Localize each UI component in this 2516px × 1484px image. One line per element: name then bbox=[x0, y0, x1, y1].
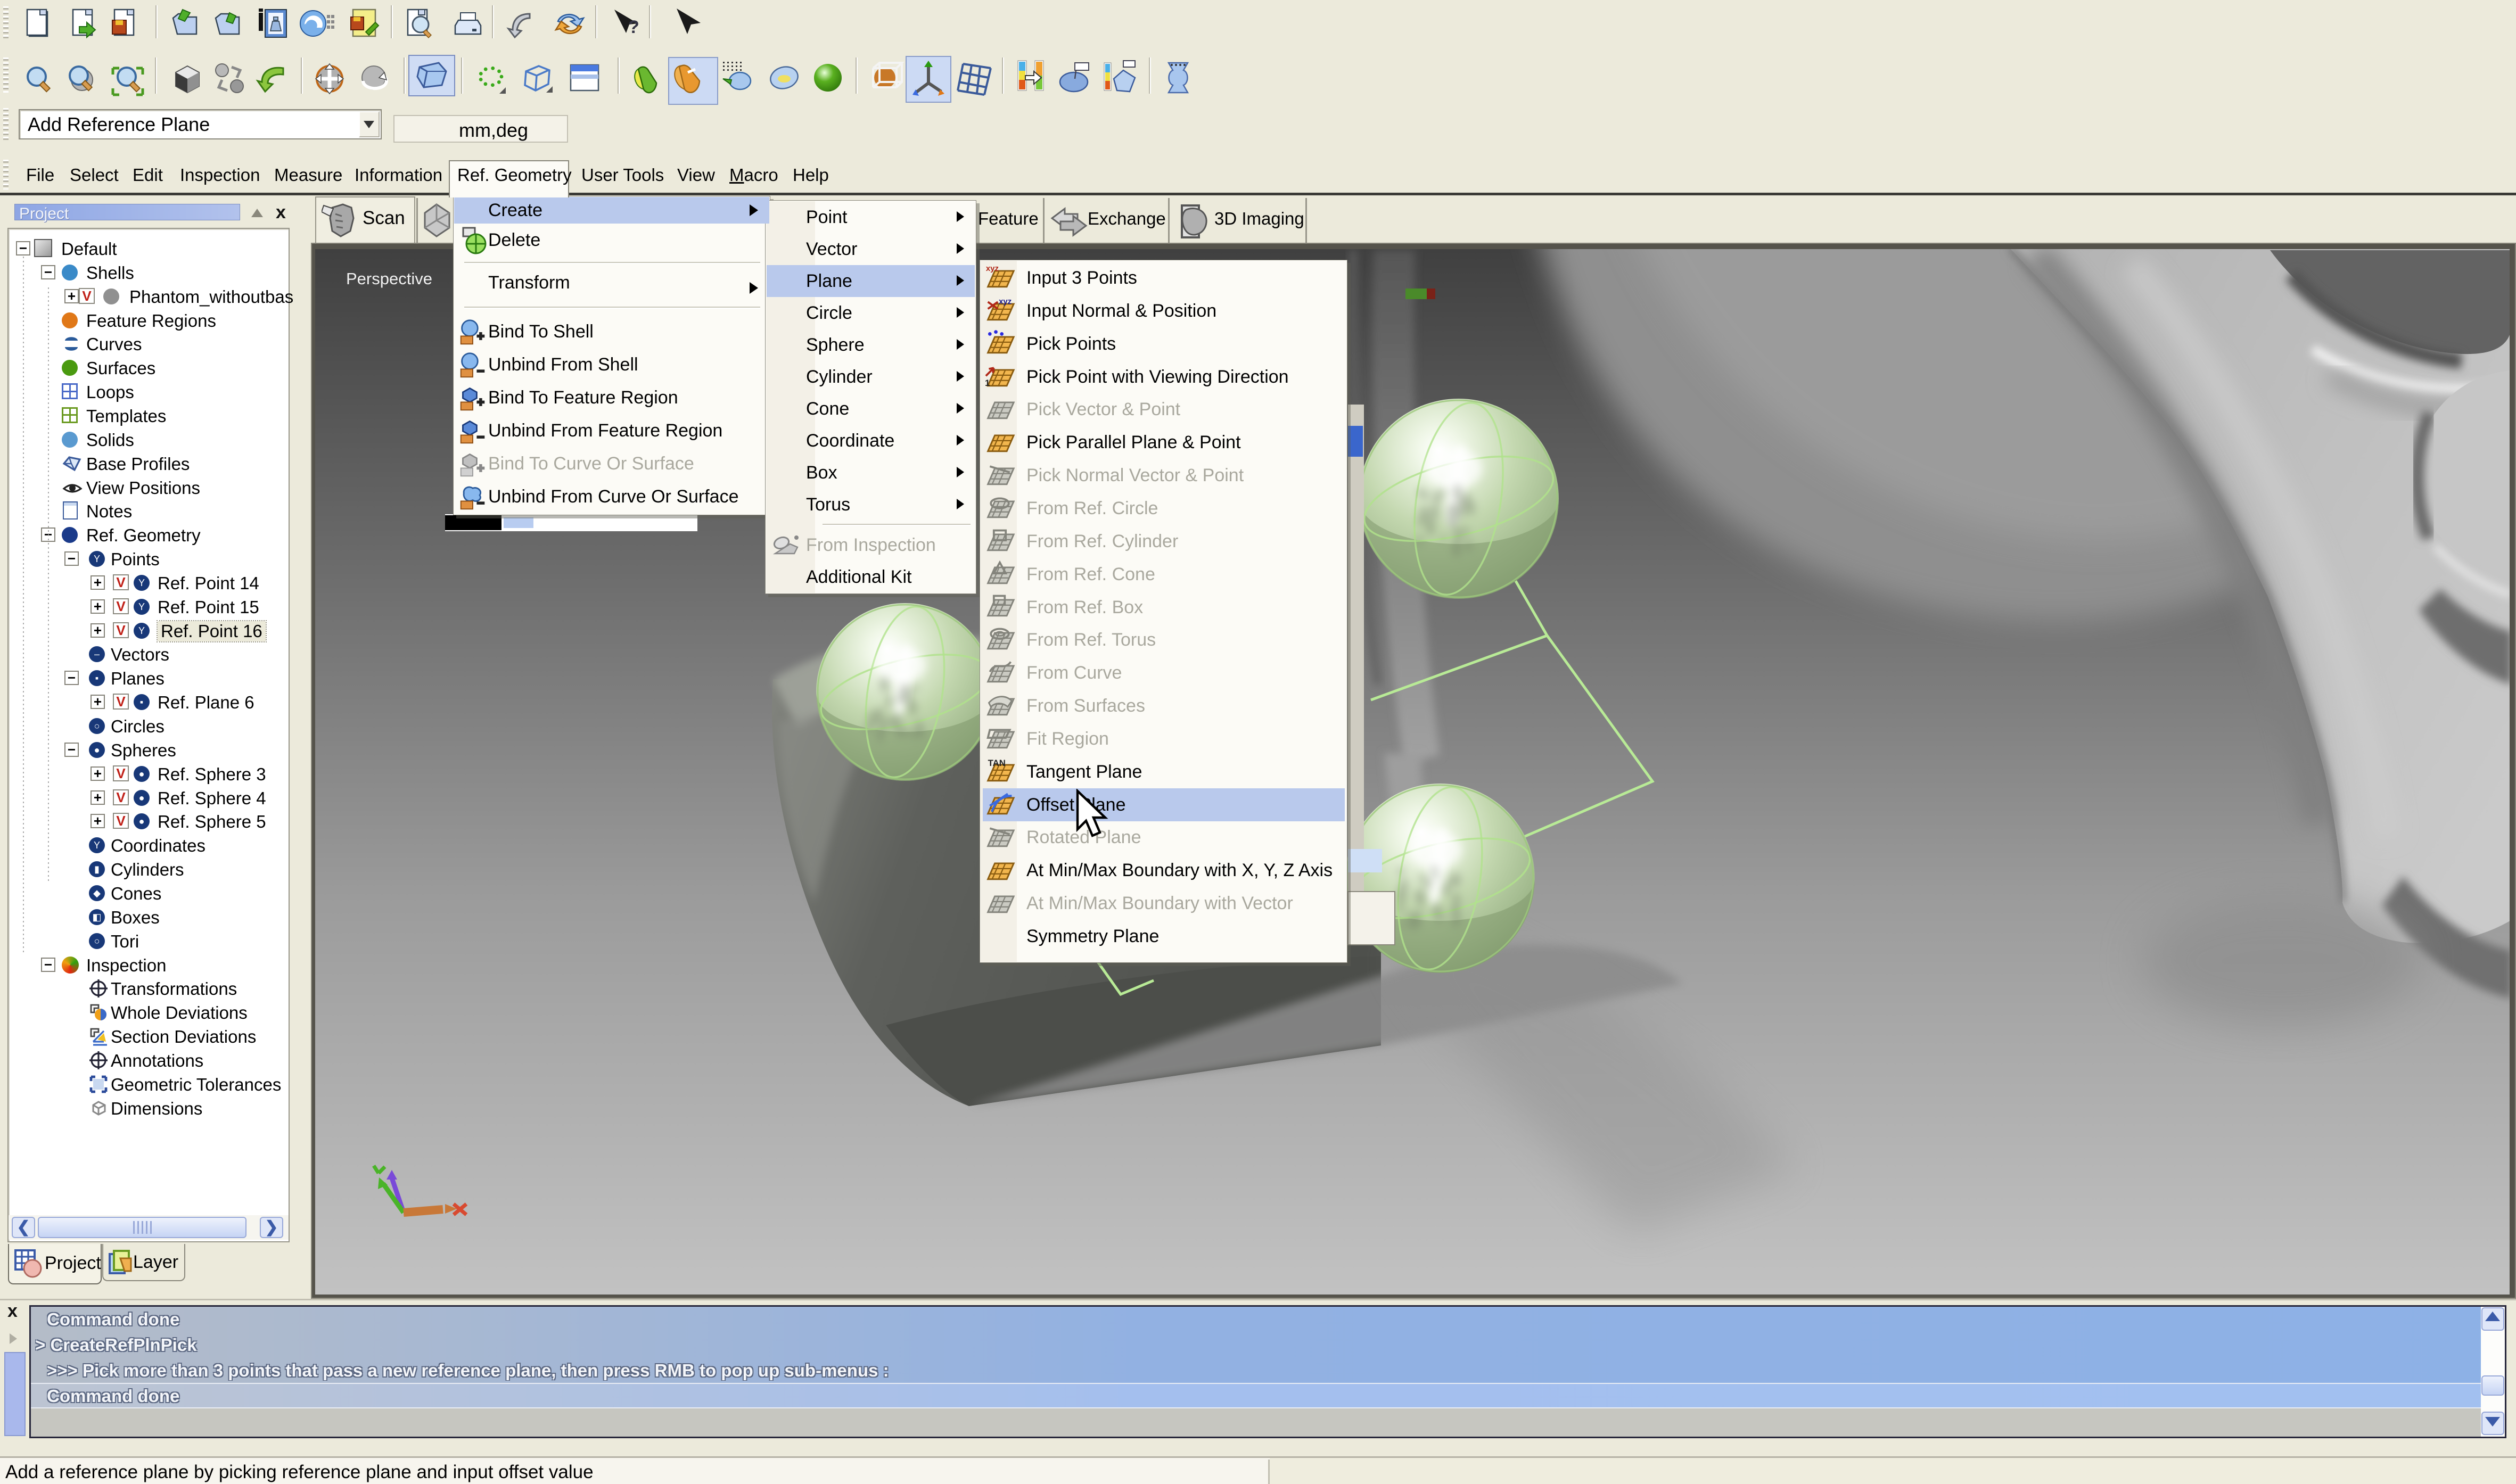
svg-text:Perspective: Perspective bbox=[346, 269, 432, 288]
svg-text:1: 1 bbox=[985, 378, 990, 388]
svg-text:TAN: TAN bbox=[988, 758, 1006, 768]
svg-text:xyz: xyz bbox=[986, 264, 999, 273]
svg-text:?: ? bbox=[628, 17, 639, 37]
svg-text:xyz: xyz bbox=[999, 297, 1012, 306]
